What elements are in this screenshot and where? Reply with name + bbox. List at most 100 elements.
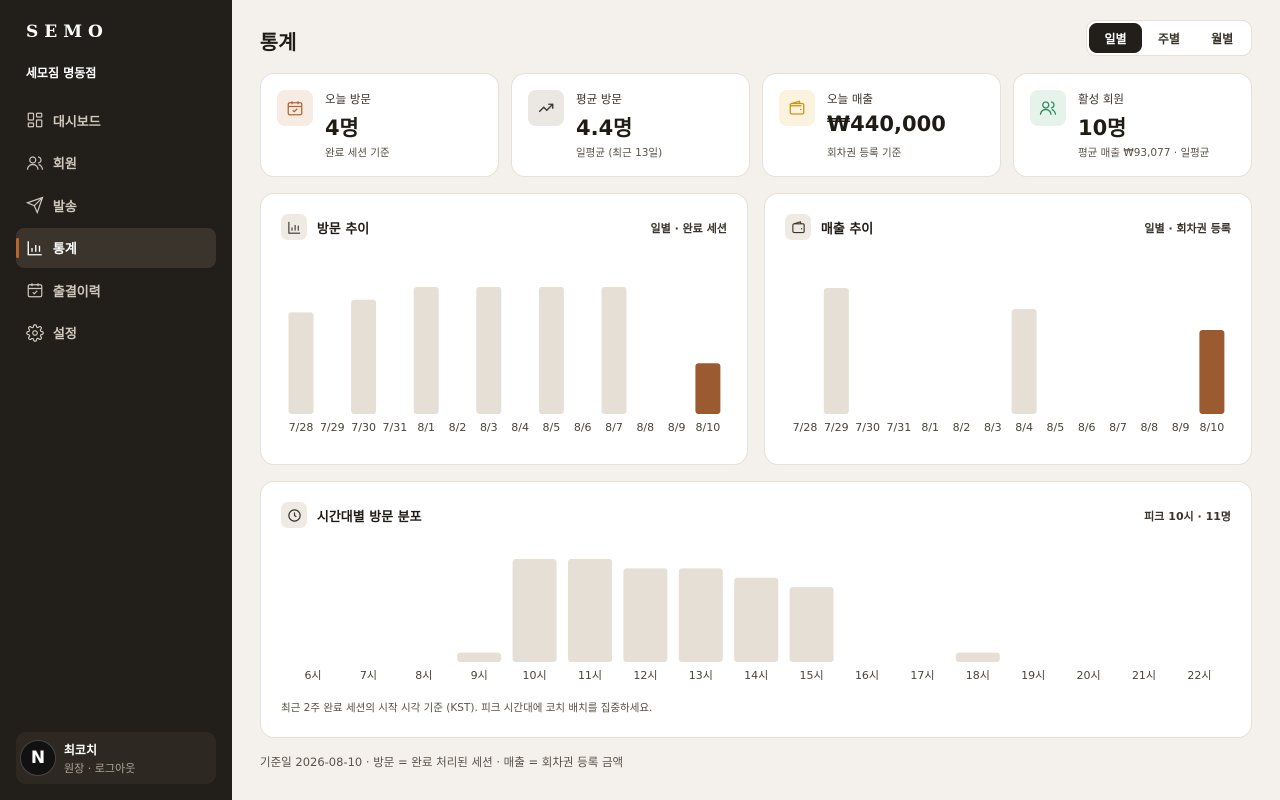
chart-bar [476, 287, 502, 414]
x-tick-label: 10시 [523, 669, 547, 682]
stat-value: 4.4명 [576, 116, 633, 140]
x-tick-label: 8/4 [511, 421, 529, 434]
users-icon [1030, 90, 1066, 126]
members-icon [26, 154, 44, 172]
chart-bar [538, 287, 564, 414]
store-name: 세모짐 명동점 [26, 66, 97, 80]
sidebar-item-members[interactable]: 회원 [16, 143, 216, 183]
chart-bar [1199, 330, 1225, 414]
x-tick-label: 11시 [578, 669, 602, 682]
hourly-chart-card: 6시 7시 8시 9시 10시 11시 12시 13시 14시 15시 16시 17시 18시 19시 20… [260, 481, 1252, 738]
chart-bar [678, 568, 723, 662]
chart-bar [351, 299, 377, 414]
calendar-check-icon [277, 90, 313, 126]
chart-bar [734, 577, 779, 662]
x-tick-label: 8/7 [1109, 421, 1127, 434]
chart-bar [601, 287, 627, 414]
chart-bar [288, 312, 314, 414]
sidebar-item-stats[interactable]: 통계 [16, 227, 216, 268]
chart-bar [623, 568, 668, 662]
x-tick-label: 20시 [1077, 669, 1101, 682]
sidebar-item-label: 설정 [53, 327, 77, 342]
stat-value: ₩440,000 [827, 112, 946, 136]
x-tick-label: 8/10 [1200, 421, 1225, 434]
x-tick-label: 7/31 [887, 421, 912, 434]
clock-icon [281, 502, 307, 528]
period-toggle: 일별 주별 월별 [1086, 20, 1252, 56]
gear-icon [26, 323, 44, 342]
x-tick-label: 14시 [744, 669, 768, 682]
sidebar-item-dashboard[interactable]: 대시보드 [16, 100, 216, 140]
x-tick-label: 8/8 [636, 421, 654, 434]
x-tick-label: 6시 [304, 669, 321, 682]
sidebar-item-label: 출결이력 [53, 284, 101, 300]
stats-icon [26, 239, 44, 257]
x-tick-label: 22시 [1187, 669, 1211, 682]
sidebar-item-label: 발송 [53, 199, 77, 215]
x-tick-label: 7/30 [351, 421, 376, 434]
chart-bar [512, 559, 557, 662]
chart-title: 방문 추이 [317, 221, 370, 237]
avatar: N [20, 740, 56, 776]
dashboard-icon [26, 111, 44, 129]
brand-logo[interactable]: SEMO [26, 22, 109, 42]
stat-card-today-revenue: 오늘 매출 ₩440,000 회차권 등록 기준 [762, 73, 1001, 177]
chart-bar [695, 363, 721, 414]
stat-note: 완료 세션 기준 [325, 147, 390, 159]
x-tick-label: 7/30 [855, 421, 880, 434]
x-tick-label: 8/6 [1078, 421, 1096, 434]
sidebar: SEMO 세모짐 명동점 대시보드 회원 발송 통계 출결이력 설정 N 최코치… [0, 0, 232, 800]
stat-label: 평균 방문 [576, 92, 622, 106]
x-tick-label: 8/8 [1140, 421, 1158, 434]
tab-weekly[interactable]: 주별 [1142, 23, 1195, 53]
x-tick-label: 13시 [689, 669, 713, 682]
chart-title: 매출 추이 [821, 221, 874, 237]
x-tick-label: 8/2 [953, 421, 971, 434]
x-tick-label: 8/4 [1015, 421, 1033, 434]
chart-subtitle: 피크 10시 · 11명 [1144, 510, 1231, 523]
x-tick-label: 7/29 [320, 421, 345, 434]
chart-bar [823, 288, 849, 414]
tab-monthly[interactable]: 월별 [1196, 23, 1249, 53]
x-tick-label: 7/31 [383, 421, 408, 434]
chart-bar [413, 287, 439, 414]
x-tick-label: 7/29 [824, 421, 849, 434]
x-tick-label: 9시 [471, 669, 488, 682]
x-tick-label: 7시 [360, 669, 377, 682]
sidebar-item-label: 대시보드 [53, 114, 101, 130]
x-tick-label: 8/6 [574, 421, 592, 434]
x-tick-label: 15시 [800, 669, 824, 682]
x-tick-label: 21시 [1132, 669, 1156, 682]
x-tick-label: 12시 [633, 669, 657, 682]
stat-card-average-visits: 평균 방문 4.4명 일평균 (최근 13일) [511, 73, 750, 177]
chart-caption: 최근 2주 완료 세션의 시작 시각 기준 (KST). 피크 시간대에 코치 … [281, 702, 653, 714]
sidebar-item-label: 통계 [53, 242, 77, 257]
stat-card-today-visits: 오늘 방문 4명 완료 세션 기준 [260, 73, 499, 177]
stat-card-active-members: 활성 회원 10명 평균 매출 ₩93,077 · 일평균 [1013, 73, 1252, 177]
sidebar-item-attendance[interactable]: 출결이력 [16, 270, 216, 310]
x-tick-label: 18시 [966, 669, 990, 682]
sidebar-item-send[interactable]: 발송 [16, 185, 216, 225]
calendar-check-icon [26, 281, 44, 299]
user-card[interactable]: N 최코치 원장 · 로그아웃 [16, 732, 216, 784]
x-tick-label: 7/28 [289, 421, 314, 434]
x-tick-label: 8/1 [417, 421, 435, 434]
x-tick-label: 7/28 [793, 421, 818, 434]
x-tick-label: 8/3 [480, 421, 498, 434]
visits-chart-card: 7/28 7/29 7/30 7/31 8/1 8/2 8/3 8/4 8/5 8/6 8/7 8/8… [260, 193, 748, 465]
stat-value: 4명 [325, 116, 359, 140]
x-tick-label: 8시 [415, 669, 432, 682]
chart-subtitle: 일별 · 회차권 등록 [1144, 222, 1231, 235]
sidebar-item-settings[interactable]: 설정 [16, 313, 216, 353]
user-role-logout[interactable]: 원장 · 로그아웃 [64, 760, 135, 776]
x-tick-label: 16시 [855, 669, 879, 682]
page-title: 통계 [260, 30, 297, 54]
trend-up-icon [528, 90, 564, 126]
wallet-icon [779, 90, 815, 126]
chart-title: 시간대별 방문 분포 [317, 509, 422, 525]
chart-bar [568, 559, 612, 662]
x-tick-label: 8/9 [668, 421, 686, 434]
tab-daily[interactable]: 일별 [1089, 23, 1143, 53]
send-icon [26, 196, 44, 214]
x-tick-label: 8/5 [543, 421, 561, 434]
